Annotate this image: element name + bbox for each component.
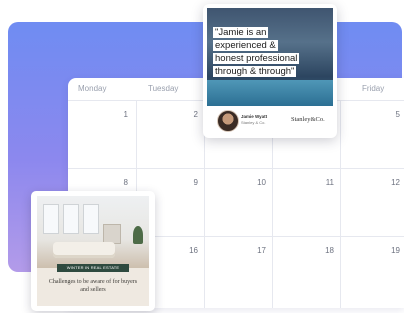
calendar-date[interactable]: 16: [178, 246, 198, 255]
agent-company: Stanley & Co.: [241, 120, 266, 125]
calendar-date[interactable]: 19: [380, 246, 400, 255]
agent-name: Jamie Wyatt: [241, 114, 268, 119]
calendar-date[interactable]: 2: [178, 110, 198, 119]
quote-line: honest professional: [213, 53, 300, 64]
plant-image-detail: [133, 226, 143, 244]
quote-line: "Jamie is an: [213, 27, 269, 38]
window-image-detail: [43, 204, 59, 234]
quote-line: experienced &: [213, 40, 278, 51]
window-image-detail: [63, 204, 79, 234]
calendar-date[interactable]: 17: [246, 246, 266, 255]
grid-line: [340, 100, 341, 308]
day-header-monday: Monday: [78, 84, 107, 93]
living-room-photo: [37, 196, 149, 268]
calendar-date[interactable]: 5: [380, 110, 400, 119]
testimonial-footer: Jamie Wyatt Stanley & Co. Stanley&Co.: [207, 106, 333, 134]
avatar: [217, 110, 239, 132]
day-header-friday: Friday: [362, 84, 385, 93]
sofa-image-detail: [53, 242, 115, 258]
fireplace-image-detail: [103, 224, 121, 244]
quote-line: through & through": [213, 66, 297, 77]
testimonial-quote: "Jamie is an experienced & honest profes…: [213, 26, 325, 78]
calendar-date[interactable]: 8: [108, 178, 128, 187]
testimonial-post-card[interactable]: "Jamie is an experienced & honest profes…: [203, 4, 337, 138]
grid-line: [68, 168, 404, 169]
day-header-tuesday: Tuesday: [148, 84, 179, 93]
post-caption-area: WINTER IN REAL ESTATE Challenges to be a…: [37, 264, 149, 306]
window-image-detail: [83, 204, 99, 234]
calendar-date[interactable]: 11: [314, 178, 334, 187]
calendar-date[interactable]: 1: [108, 110, 128, 119]
calendar-date[interactable]: 12: [380, 178, 400, 187]
blog-post-card[interactable]: WINTER IN REAL ESTATE Challenges to be a…: [31, 191, 155, 311]
calendar-date[interactable]: 9: [178, 178, 198, 187]
calendar-date[interactable]: 18: [314, 246, 334, 255]
brand-logo: Stanley&Co.: [291, 116, 325, 123]
calendar-date[interactable]: 10: [246, 178, 266, 187]
post-headline: Challenges to be aware of for buyers and…: [48, 279, 138, 293]
category-tag: WINTER IN REAL ESTATE: [57, 264, 129, 272]
pool-image-detail: [207, 80, 333, 106]
